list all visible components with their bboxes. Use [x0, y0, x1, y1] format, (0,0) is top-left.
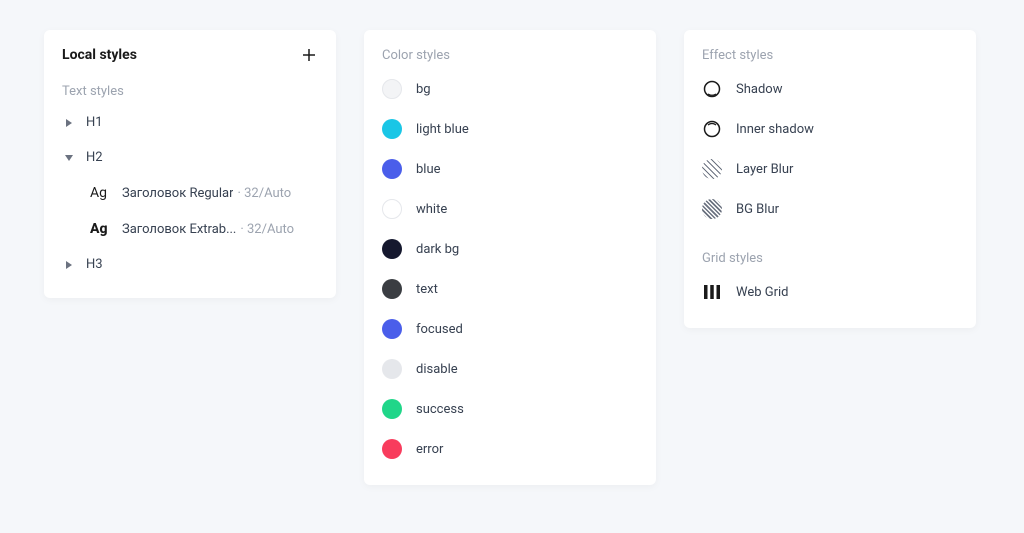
inner-shadow-icon	[702, 119, 722, 139]
tree-item-label: H3	[86, 257, 103, 272]
color-styles-panel: Color styles bg light blue blue white da…	[364, 30, 656, 485]
effect-style-shadow[interactable]: Shadow	[684, 69, 976, 109]
color-style-blue[interactable]: blue	[364, 149, 656, 189]
color-style-focused[interactable]: focused	[364, 309, 656, 349]
color-style-text[interactable]: text	[364, 269, 656, 309]
effect-style-label: Inner shadow	[736, 122, 814, 137]
local-styles-panel: Local styles Text styles H1 H2 Ag Заголо…	[44, 30, 336, 298]
text-style-h1[interactable]: H1	[44, 105, 336, 140]
effect-style-layer-blur[interactable]: Layer Blur	[684, 149, 976, 189]
color-style-disable[interactable]: disable	[364, 349, 656, 389]
color-swatch-icon	[382, 199, 402, 219]
text-style-meta: · 32/Auto	[240, 222, 294, 237]
text-style-h3[interactable]: H3	[44, 247, 336, 282]
color-swatch-icon	[382, 239, 402, 259]
effect-style-label: Shadow	[736, 82, 782, 97]
text-style-meta: · 32/Auto	[237, 186, 291, 201]
effect-styles-title: Effect styles	[684, 30, 976, 69]
color-style-label: text	[416, 282, 438, 297]
caret-right-icon	[62, 116, 76, 130]
tree-item-label: H1	[86, 115, 103, 130]
plus-icon[interactable]	[300, 46, 318, 64]
color-swatch-icon	[382, 359, 402, 379]
effect-style-label: BG Blur	[736, 202, 779, 217]
layer-blur-icon	[702, 159, 722, 179]
text-style-label: Заголовок Extrab...	[122, 222, 236, 237]
effect-style-bg-blur[interactable]: BG Blur	[684, 189, 976, 229]
color-swatch-icon	[382, 439, 402, 459]
bg-blur-icon	[702, 199, 722, 219]
grid-styles-title: Grid styles	[684, 229, 976, 272]
color-swatch-icon	[382, 399, 402, 419]
local-styles-title: Local styles	[62, 47, 137, 63]
color-style-label: dark bg	[416, 242, 459, 257]
color-style-lightblue[interactable]: light blue	[364, 109, 656, 149]
color-swatch-icon	[382, 79, 402, 99]
color-styles-title: Color styles	[364, 30, 656, 69]
text-style-h2-extrabold[interactable]: Ag Заголовок Extrab... · 32/Auto	[44, 211, 336, 247]
color-style-bg[interactable]: bg	[364, 69, 656, 109]
color-style-label: disable	[416, 362, 458, 377]
color-swatch-icon	[382, 159, 402, 179]
color-swatch-icon	[382, 279, 402, 299]
color-style-label: error	[416, 442, 443, 457]
color-style-error[interactable]: error	[364, 429, 656, 469]
effect-style-inner-shadow[interactable]: Inner shadow	[684, 109, 976, 149]
color-style-label: bg	[416, 82, 431, 97]
color-style-label: success	[416, 402, 464, 417]
color-style-label: blue	[416, 162, 441, 177]
text-style-h2[interactable]: H2	[44, 140, 336, 175]
color-swatch-icon	[382, 319, 402, 339]
color-swatch-icon	[382, 119, 402, 139]
color-style-label: light blue	[416, 122, 469, 137]
typography-icon: Ag	[90, 221, 112, 237]
local-styles-header: Local styles	[44, 30, 336, 74]
grid-style-label: Web Grid	[736, 285, 789, 300]
text-style-label: Заголовок Regular	[122, 186, 233, 201]
color-style-darkbg[interactable]: dark bg	[364, 229, 656, 269]
effect-grid-styles-panel: Effect styles Shadow Inner shadow Layer …	[684, 30, 976, 328]
color-style-label: focused	[416, 322, 463, 337]
color-style-success[interactable]: success	[364, 389, 656, 429]
effect-style-label: Layer Blur	[736, 162, 793, 177]
text-style-h2-regular[interactable]: Ag Заголовок Regular · 32/Auto	[44, 175, 336, 211]
caret-right-icon	[62, 258, 76, 272]
caret-down-icon	[62, 151, 76, 165]
grid-columns-icon	[702, 282, 722, 302]
tree-item-label: H2	[86, 150, 103, 165]
text-styles-title: Text styles	[44, 74, 336, 105]
grid-style-web-grid[interactable]: Web Grid	[684, 272, 976, 312]
color-style-white[interactable]: white	[364, 189, 656, 229]
shadow-icon	[702, 79, 722, 99]
color-style-label: white	[416, 202, 447, 217]
typography-icon: Ag	[90, 185, 112, 201]
